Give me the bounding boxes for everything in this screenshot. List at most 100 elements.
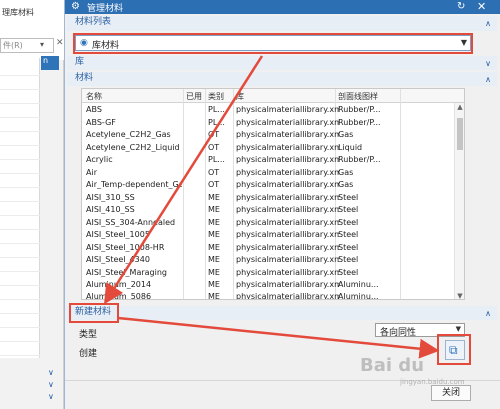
cell-library: physicalmateriallibrary.xml: [236, 155, 340, 164]
cell-category: ME: [208, 192, 220, 202]
background-filter-input[interactable]: 件(R): [0, 38, 54, 53]
table-header: 名称 已用 类别 库 剖面线图样: [82, 89, 464, 103]
column-header-library[interactable]: 库: [236, 91, 244, 102]
table-row[interactable]: Aluminum_5086 ME physicalmateriallibrary…: [82, 291, 454, 300]
manage-materials-dialog: ⚙ 管理材料 ↻ ✕ 材料列表 ∧ ◉ 库材料 ▼ 库 ∨ 材料 ∧ 名称 已用…: [64, 0, 500, 409]
cell-name: Air_Temp-dependent_Gas: [86, 180, 182, 189]
table-row[interactable]: AISI_Steel_1008-HR ME physicalmaterialli…: [82, 242, 454, 255]
list-item[interactable]: [0, 244, 40, 258]
refresh-icon[interactable]: ↻: [457, 1, 465, 12]
list-item[interactable]: [0, 272, 40, 286]
cell-library: physicalmateriallibrary.xml: [236, 292, 340, 300]
list-item[interactable]: [0, 286, 40, 300]
scroll-down-icon[interactable]: ▼: [455, 292, 464, 299]
chevron-up-icon[interactable]: ∧: [485, 307, 491, 320]
table-row[interactable]: AISI_410_SS ME physicalmateriallibrary.x…: [82, 204, 454, 217]
cell-category: ME: [208, 242, 220, 252]
table-row[interactable]: Aluminum_2014 ME physicalmateriallibrary…: [82, 279, 454, 292]
list-item[interactable]: [0, 328, 40, 342]
list-item[interactable]: [0, 300, 40, 314]
list-item[interactable]: [0, 90, 40, 104]
chevron-down-icon[interactable]: ▾: [40, 40, 44, 49]
cell-hatch: Gas: [338, 130, 354, 139]
section-new-material[interactable]: 新建材料 ∧: [67, 306, 497, 320]
column-header-used[interactable]: 已用: [186, 91, 202, 102]
list-item[interactable]: [0, 216, 40, 230]
chevron-up-icon[interactable]: ∧: [485, 17, 491, 30]
cell-category: PL...: [208, 117, 225, 127]
cell-name: Aluminum_5086: [86, 292, 152, 300]
list-item[interactable]: [0, 146, 40, 160]
list-item[interactable]: [0, 342, 40, 356]
cell-name: ABS: [86, 105, 102, 114]
close-icon[interactable]: ✕: [477, 0, 486, 13]
list-item[interactable]: [0, 132, 40, 146]
table-scrollbar[interactable]: ▲ ▼: [454, 103, 464, 299]
watermark-logo: Bai du: [360, 355, 425, 376]
column-header-name[interactable]: 名称: [86, 91, 102, 102]
table-row[interactable]: AISI_310_SS ME physicalmateriallibrary.x…: [82, 192, 454, 205]
background-tab[interactable]: n: [41, 56, 59, 70]
chevron-up-icon[interactable]: ∧: [485, 73, 491, 86]
chevron-down-icon[interactable]: ▼: [456, 325, 461, 333]
table-row[interactable]: ABS PL... physicalmateriallibrary.xml Ru…: [82, 104, 454, 117]
cell-library: physicalmateriallibrary.xml: [236, 242, 340, 252]
cell-category: PL...: [208, 105, 225, 114]
list-item[interactable]: [0, 314, 40, 328]
scrollbar-thumb[interactable]: [457, 118, 463, 150]
cell-library: physicalmateriallibrary.xml: [236, 117, 340, 127]
cell-library: physicalmateriallibrary.xml: [236, 217, 340, 227]
list-item[interactable]: [0, 174, 40, 188]
list-item[interactable]: [0, 160, 40, 174]
close-button[interactable]: 关闭: [431, 385, 471, 401]
cell-category: PL...: [208, 155, 225, 164]
column-header-hatch[interactable]: 剖面线图样: [338, 91, 378, 102]
scroll-up-icon[interactable]: ▲: [455, 103, 464, 111]
section-library[interactable]: 库 ∨: [67, 56, 497, 70]
cell-library: physicalmateriallibrary.xml: [236, 142, 340, 152]
section-material-list[interactable]: 材料列表 ∧: [67, 16, 497, 31]
cell-category: ME: [208, 255, 220, 264]
list-item[interactable]: [0, 188, 40, 202]
list-item[interactable]: [0, 104, 40, 118]
table-row[interactable]: AISI_Steel_1005 ME physicalmateriallibra…: [82, 229, 454, 242]
table-row[interactable]: AISI_Steel_Maraging ME physicalmateriall…: [82, 267, 454, 280]
cell-library: physicalmateriallibrary.xml: [236, 192, 340, 202]
column-header-category[interactable]: 类别: [208, 91, 224, 102]
dialog-title: 管理材料: [87, 4, 124, 14]
chevron-down-icon[interactable]: ∨: [48, 368, 54, 377]
list-item[interactable]: [0, 118, 40, 132]
cell-category: ME: [208, 217, 220, 227]
table-row[interactable]: ABS-GF PL... physicalmateriallibrary.xml…: [82, 117, 454, 130]
section-title: 材料: [75, 73, 94, 83]
table-row[interactable]: Acetylene_C2H2_Liquid OT physicalmateria…: [82, 142, 454, 155]
list-item[interactable]: [0, 258, 40, 272]
chevron-down-icon[interactable]: ∨: [48, 380, 54, 389]
list-item[interactable]: [0, 76, 40, 90]
list-item[interactable]: [0, 202, 40, 216]
section-title: 材料列表: [75, 17, 112, 27]
cell-library: physicalmateriallibrary.xml: [236, 105, 340, 114]
table-row[interactable]: Air_Temp-dependent_Gas OT physicalmateri…: [82, 179, 454, 192]
table-row[interactable]: AISI_Steel_4340 ME physicalmateriallibra…: [82, 254, 454, 267]
cell-category: OT: [208, 167, 220, 177]
clear-icon[interactable]: ✕: [56, 38, 64, 48]
table-row[interactable]: AISI_SS_304-Annealed ME physicalmaterial…: [82, 217, 454, 230]
table-row[interactable]: Acrylic PL... physicalmateriallibrary.xm…: [82, 154, 454, 167]
cell-library: physicalmateriallibrary.xml: [236, 180, 340, 189]
cell-hatch: Steel: [338, 230, 359, 239]
section-materials[interactable]: 材料 ∧: [67, 72, 497, 86]
cell-library: physicalmateriallibrary.xml: [236, 267, 340, 277]
cell-library: physicalmateriallibrary.xml: [236, 255, 340, 264]
table-row[interactable]: Air OT physicalmateriallibrary.xml Gas: [82, 167, 454, 180]
dialog-titlebar[interactable]: ⚙ 管理材料 ↻ ✕: [65, 0, 500, 14]
list-item[interactable]: [0, 230, 40, 244]
list-item[interactable]: [0, 62, 40, 76]
chevron-down-icon[interactable]: ∨: [485, 57, 491, 70]
cell-category: ME: [208, 205, 220, 214]
cell-name: Air: [86, 167, 97, 177]
cell-name: Acetylene_C2H2_Gas: [86, 130, 171, 139]
table-row[interactable]: Acetylene_C2H2_Gas OT physicalmaterialli…: [82, 129, 454, 142]
cell-hatch: Steel: [338, 217, 359, 227]
chevron-down-icon[interactable]: ∨: [48, 392, 54, 401]
